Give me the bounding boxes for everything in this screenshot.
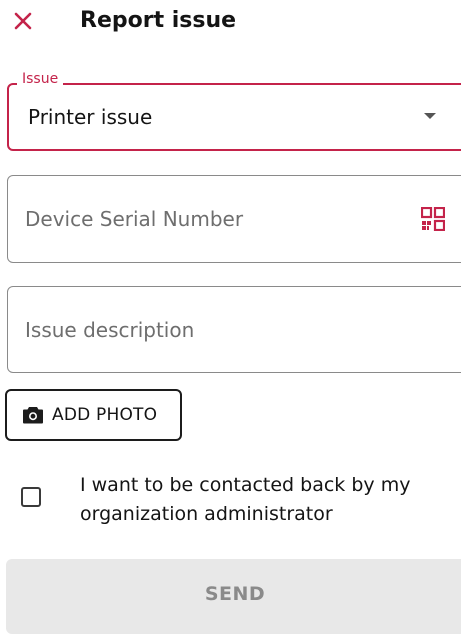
send-button[interactable]: SEND [6,559,461,634]
camera-icon [23,407,43,424]
close-icon [14,12,32,30]
issue-select-value: Printer issue [28,105,153,129]
send-button-label: SEND [204,583,266,605]
page-title: Report issue [80,8,237,33]
contact-checkbox-label[interactable]: I want to be contacted back by my organi… [80,471,455,529]
top-app-bar: Report issue [0,0,461,44]
qr-code-icon [420,206,446,232]
issue-select-label: Issue [17,70,64,88]
close-button[interactable] [8,6,38,36]
serial-number-field[interactable] [7,175,461,263]
contact-checkbox[interactable] [21,487,41,507]
serial-number-input[interactable] [25,176,405,262]
qr-scan-button[interactable] [420,206,446,232]
chevron-down-icon [424,113,436,119]
issue-select[interactable]: Printer issue [7,83,461,151]
add-photo-button[interactable]: ADD PHOTO [5,389,182,441]
add-photo-label: ADD PHOTO [52,405,158,425]
issue-description-field[interactable] [7,286,461,373]
issue-description-input[interactable] [25,287,405,372]
